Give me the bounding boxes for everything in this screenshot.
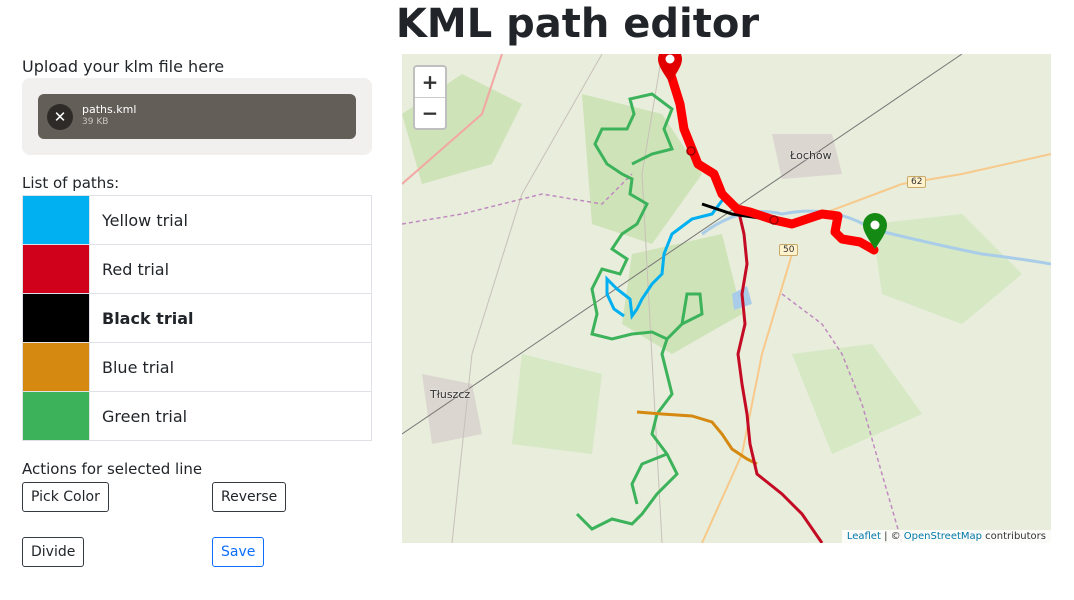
zoom-in-button[interactable]: + (415, 67, 445, 97)
paths-list-label: List of paths: (22, 174, 120, 192)
map-canvas[interactable] (402, 54, 1051, 543)
reverse-button[interactable]: Reverse (212, 482, 287, 512)
upload-label: Upload your klm file here (22, 57, 225, 76)
file-size: 39 KB (82, 117, 109, 127)
map-view[interactable]: Łochów Tłuszcz 62 50 + − Leaflet | © Ope… (402, 54, 1051, 543)
save-button[interactable]: Save (212, 537, 265, 567)
leaflet-link[interactable]: Leaflet (847, 531, 881, 542)
zoom-out-button[interactable]: − (415, 97, 445, 128)
attribution-suffix: contributors (982, 531, 1046, 542)
file-dropzone[interactable]: ✕ paths.kml 39 KB (22, 78, 372, 155)
actions-label: Actions for selected line (22, 460, 203, 478)
path-color-swatch[interactable] (22, 391, 90, 441)
path-name[interactable]: Green trial (89, 391, 372, 441)
pick-color-button[interactable]: Pick Color (22, 482, 109, 512)
path-color-swatch[interactable] (22, 195, 90, 245)
path-color-swatch[interactable] (22, 342, 90, 392)
attribution-separator: | © (880, 531, 904, 542)
road-shield-62: 62 (907, 176, 927, 188)
uploaded-file-item: ✕ paths.kml 39 KB (38, 94, 356, 139)
zoom-control: + − (413, 65, 447, 130)
paths-table: Yellow trial Red trial Black trial Blue tri… (22, 195, 372, 441)
trail-vertex-handle (686, 146, 696, 156)
map-attribution: Leaflet | © OpenStreetMap contributors (841, 530, 1051, 543)
path-color-swatch[interactable] (22, 293, 90, 343)
path-color-swatch[interactable] (22, 244, 90, 294)
path-row[interactable]: Yellow trial (22, 195, 372, 245)
path-name[interactable]: Blue trial (89, 342, 372, 392)
page-title: KML path editor (395, 1, 760, 47)
place-label-tluszcz: Tłuszcz (430, 388, 471, 401)
path-name[interactable]: Yellow trial (89, 195, 372, 245)
place-label-lochow: Łochów (790, 149, 832, 162)
remove-file-button[interactable]: ✕ (47, 104, 73, 130)
path-row[interactable]: Blue trial (22, 342, 372, 392)
path-name[interactable]: Black trial (89, 293, 372, 343)
trail-vertex-handle (769, 215, 779, 225)
path-row[interactable]: Black trial (22, 293, 372, 343)
divide-button[interactable]: Divide (22, 537, 85, 567)
path-row[interactable]: Green trial (22, 391, 372, 441)
file-name: paths.kml (82, 103, 137, 116)
openstreetmap-link[interactable]: OpenStreetMap (904, 531, 982, 542)
path-name[interactable]: Red trial (89, 244, 372, 294)
path-row[interactable]: Red trial (22, 244, 372, 294)
road-shield-50: 50 (779, 244, 799, 256)
